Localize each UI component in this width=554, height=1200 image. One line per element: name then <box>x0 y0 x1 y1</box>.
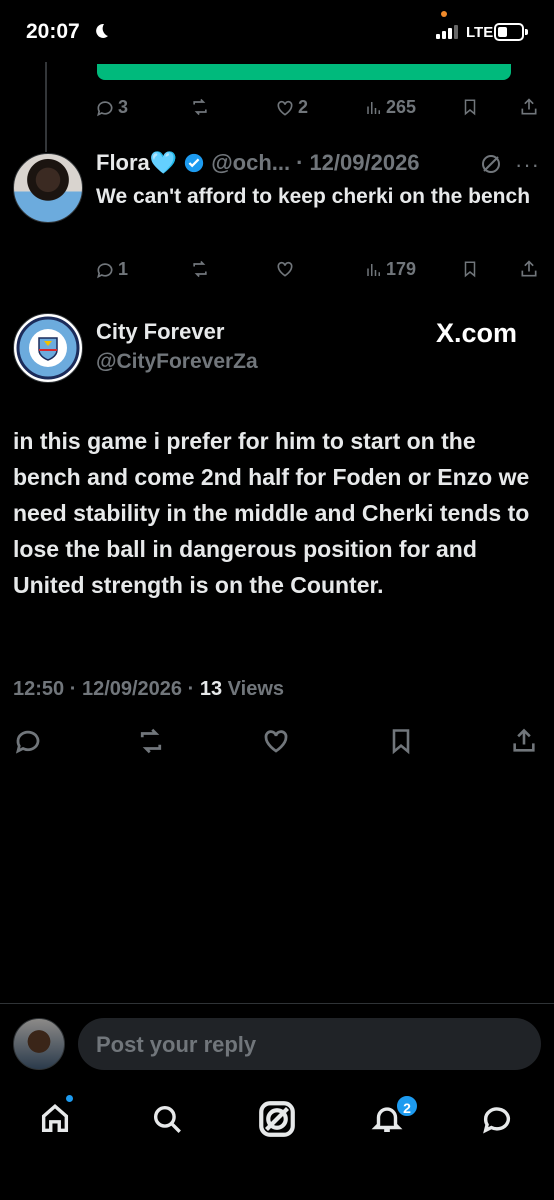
bookmark-button[interactable] <box>461 97 479 117</box>
views-label: Views <box>227 678 285 700</box>
reply-button[interactable]: 3 <box>95 97 128 118</box>
share-button[interactable] <box>510 726 538 756</box>
tab-messages[interactable] <box>480 1102 514 1136</box>
new-posts-indicator <box>66 1095 73 1102</box>
thread-line <box>45 62 47 152</box>
like-count: 2 <box>298 97 309 117</box>
notifications-badge: 2 <box>395 1094 419 1118</box>
previous-tweet-actions: 3 2 265 <box>95 97 545 121</box>
network-label: LTE <box>466 24 494 41</box>
bookmark-icon <box>464 99 476 116</box>
reply-icon <box>97 100 113 116</box>
home-icon <box>41 1103 69 1133</box>
grok-icon[interactable] <box>479 152 503 176</box>
retweet-icon <box>193 98 207 116</box>
tweet-date[interactable]: 12/09/2026 <box>309 150 419 176</box>
reply-count: 3 <box>118 97 129 117</box>
views-button[interactable]: 265 <box>365 97 416 118</box>
handle[interactable]: @och... <box>211 150 290 176</box>
views-button[interactable]: 179 <box>365 259 416 280</box>
like-button[interactable] <box>261 726 291 756</box>
views-count: 265 <box>386 97 417 117</box>
tab-search[interactable] <box>150 1102 184 1136</box>
share-button[interactable] <box>519 259 539 279</box>
views-count: 13 <box>199 678 223 700</box>
bookmark-icon <box>392 729 410 755</box>
bookmark-button[interactable] <box>387 726 415 756</box>
verified-badge-icon <box>185 153 204 173</box>
reply-count: 1 <box>118 259 129 279</box>
search-icon <box>153 1105 181 1133</box>
reply-input[interactable]: Post your reply <box>78 1018 541 1070</box>
views-icon <box>367 263 380 276</box>
separator: · <box>296 150 304 175</box>
user-avatar[interactable] <box>13 1018 65 1070</box>
messages-icon <box>483 1107 511 1134</box>
separator: · <box>187 678 195 700</box>
divider <box>0 1003 554 1004</box>
grok-icon <box>259 1101 295 1137</box>
main-tweet-actions <box>13 726 543 758</box>
share-icon <box>521 98 537 115</box>
tweet-text: We can't afford to keep cherki on the be… <box>96 185 531 208</box>
tweet-meta: 12:50 · 12/09/2026 · 13 Views <box>13 678 284 701</box>
reply-button[interactable]: 1 <box>95 259 128 280</box>
like-button[interactable] <box>275 259 295 279</box>
retweet-button[interactable] <box>189 259 211 279</box>
tweet-date: 12/09/2026 <box>81 678 183 700</box>
display-name[interactable]: City Forever <box>96 319 224 345</box>
mic-indicator-icon <box>441 11 447 17</box>
heart-icon <box>277 100 293 116</box>
retweet-icon <box>193 260 207 278</box>
club-crest-icon <box>16 316 80 380</box>
separator: · <box>69 678 77 700</box>
retweet-button[interactable] <box>189 97 211 117</box>
status-time: 20:07 <box>26 20 80 43</box>
bookmark-button[interactable] <box>461 259 479 279</box>
more-options-icon[interactable]: ··· <box>515 152 540 178</box>
handle[interactable]: @CityForeverZa <box>96 350 258 374</box>
club-crest-avatar[interactable] <box>13 313 83 383</box>
reply-button[interactable] <box>13 726 43 756</box>
signal-icon <box>436 25 458 39</box>
retweet-icon <box>140 728 162 754</box>
tweet-header: Flora🩵 @och... · 12/09/2026 <box>96 150 420 176</box>
bookmark-icon <box>464 261 476 278</box>
tweet-time: 12:50 <box>13 678 65 700</box>
share-icon <box>521 260 537 277</box>
reply-icon <box>15 730 40 754</box>
battery-icon <box>494 23 528 41</box>
status-bar: 20:07 LTE <box>0 0 554 62</box>
display-name[interactable]: Flora🩵 <box>96 150 177 176</box>
bottom-tab-bar <box>0 1090 554 1150</box>
poll-progress-bar <box>97 64 511 80</box>
tab-home[interactable] <box>38 1102 72 1136</box>
share-icon <box>513 728 535 752</box>
tweet-text: in this game i prefer for him to start o… <box>13 428 530 598</box>
tab-grok[interactable] <box>256 1098 298 1140</box>
share-button[interactable] <box>519 97 539 117</box>
flora-tweet-actions: 1 179 <box>95 259 545 283</box>
views-count: 179 <box>386 259 417 279</box>
views-icon <box>367 101 380 114</box>
heart-icon <box>264 730 288 753</box>
x-watermark: X.com <box>436 318 518 348</box>
retweet-button[interactable] <box>135 726 167 756</box>
heart-icon <box>277 261 293 277</box>
reply-placeholder: Post your reply <box>96 1032 257 1057</box>
moon-icon <box>96 23 108 38</box>
like-button[interactable]: 2 <box>275 97 308 118</box>
reply-icon <box>97 262 113 278</box>
avatar[interactable] <box>13 153 83 223</box>
